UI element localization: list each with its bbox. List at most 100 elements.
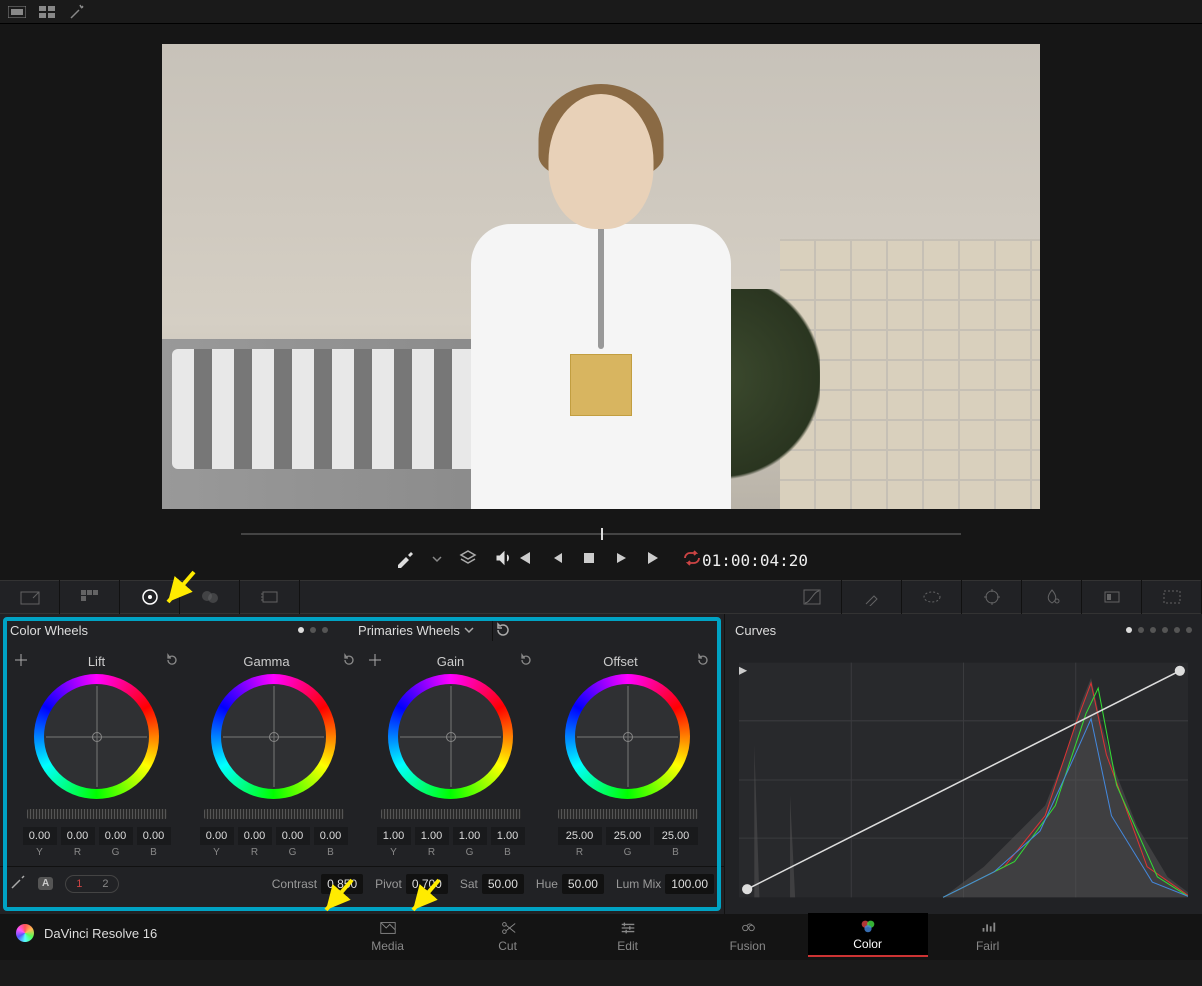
tab-label: Color (853, 937, 882, 951)
curve-editor[interactable] (739, 656, 1188, 904)
step-back-icon[interactable] (550, 551, 564, 570)
curves-title: Curves (735, 623, 776, 638)
reset-icon[interactable] (519, 653, 533, 670)
auto-a-button[interactable]: A (38, 877, 53, 890)
curves-icon[interactable] (782, 580, 842, 614)
channel-label: R (428, 847, 435, 858)
lift-r-value[interactable]: 0.00 (61, 827, 95, 845)
magic-wand-icon[interactable] (68, 5, 86, 19)
channel-label: R (74, 847, 81, 858)
gamma-b-value[interactable]: 0.00 (314, 827, 348, 845)
play-icon[interactable] (614, 551, 628, 570)
eyedropper-icon[interactable] (394, 547, 416, 574)
viewer-area: 01:00:04:20 (0, 24, 1202, 580)
tab-fusion[interactable]: Fusion (688, 914, 808, 958)
picker-icon[interactable] (14, 653, 28, 670)
gamma-y-value[interactable]: 0.00 (200, 827, 234, 845)
color-match-icon[interactable] (60, 580, 120, 614)
page-2-pill[interactable]: 2 (92, 876, 118, 892)
camera-raw-icon[interactable] (0, 580, 60, 614)
brand-icon (16, 924, 34, 942)
brand-label: DaVinci Resolve 16 (44, 926, 157, 941)
offset-g-value[interactable]: 25.00 (606, 827, 650, 845)
reset-icon[interactable] (342, 653, 356, 670)
tracker-icon[interactable] (962, 580, 1022, 614)
curves-page-dots[interactable] (1126, 627, 1192, 633)
color-wheel[interactable] (565, 674, 690, 799)
qualifier-icon[interactable] (842, 580, 902, 614)
lummix-label: Lum Mix (616, 877, 661, 891)
wheel-lift: Lift 0.00Y0.00R0.00G0.00B (8, 650, 185, 858)
reset-icon[interactable] (696, 653, 710, 670)
lift-g-value[interactable]: 0.00 (99, 827, 133, 845)
channel-label: G (289, 847, 297, 858)
scrub-bar[interactable] (241, 533, 961, 535)
dropdown-chevron-icon[interactable] (432, 551, 442, 569)
tab-color[interactable]: Color (808, 913, 928, 957)
loop-icon[interactable] (682, 550, 702, 571)
channel-label: R (251, 847, 258, 858)
master-slider[interactable] (558, 809, 698, 819)
clip-view-icon[interactable] (8, 5, 26, 19)
lummix-value[interactable]: 100.00 (665, 874, 714, 894)
gain-g-value[interactable]: 1.00 (453, 827, 487, 845)
tab-cut[interactable]: Cut (448, 914, 568, 958)
tab-label: Fairl (976, 939, 999, 953)
master-slider[interactable] (27, 809, 167, 819)
gain-b-value[interactable]: 1.00 (491, 827, 525, 845)
wheel-offset: Offset 25.00R25.00G25.00B (539, 650, 716, 858)
channel-label: B (150, 847, 157, 858)
blur-icon[interactable] (1022, 580, 1082, 614)
lift-b-value[interactable]: 0.00 (137, 827, 171, 845)
motion-effects-icon[interactable] (240, 580, 300, 614)
speaker-icon[interactable] (494, 548, 514, 573)
reset-all-icon[interactable] (492, 619, 514, 641)
color-wheel[interactable] (211, 674, 336, 799)
tab-fairlight[interactable]: Fairl (928, 914, 1048, 958)
picker-icon[interactable] (368, 653, 382, 670)
lift-y-value[interactable]: 0.00 (23, 827, 57, 845)
wheel-gain: Gain 1.00Y1.00R1.00G1.00B (362, 650, 539, 858)
window-icon[interactable] (902, 580, 962, 614)
channel-label: B (504, 847, 511, 858)
color-wheel[interactable] (388, 674, 513, 799)
reset-icon[interactable] (165, 653, 179, 670)
sat-value[interactable]: 50.00 (482, 874, 524, 894)
sizing-icon[interactable] (1142, 580, 1202, 614)
key-icon[interactable] (1082, 580, 1142, 614)
brand: DaVinci Resolve 16 (0, 914, 173, 952)
master-slider[interactable] (204, 809, 344, 819)
channel-label: B (672, 847, 679, 858)
annotation-arrow-icon (318, 876, 358, 916)
prev-clip-icon[interactable] (514, 550, 532, 571)
master-slider[interactable] (381, 809, 521, 819)
page-selector[interactable]: 1 2 (65, 875, 119, 893)
primaries-mode-dropdown[interactable]: Primaries Wheels (358, 623, 474, 638)
next-clip-icon[interactable] (646, 550, 664, 571)
color-wheels-title: Color Wheels (10, 623, 88, 638)
grid-view-icon[interactable] (38, 5, 56, 19)
gamma-r-value[interactable]: 0.00 (238, 827, 272, 845)
layers-icon[interactable] (458, 548, 478, 573)
stop-icon[interactable] (582, 551, 596, 570)
hue-value[interactable]: 50.00 (562, 874, 604, 894)
sat-label: Sat (460, 877, 478, 891)
preview-frame[interactable] (162, 44, 1040, 509)
wheel-page-dots[interactable] (298, 627, 328, 633)
tab-edit[interactable]: Edit (568, 914, 688, 958)
gain-y-value[interactable]: 1.00 (377, 827, 411, 845)
page-1-pill[interactable]: 1 (66, 876, 92, 892)
color-wheel[interactable] (34, 674, 159, 799)
tab-label: Media (371, 939, 404, 953)
gamma-g-value[interactable]: 0.00 (276, 827, 310, 845)
tab-media[interactable]: Media (328, 914, 448, 958)
offset-b-value[interactable]: 25.00 (654, 827, 698, 845)
channel-label: G (466, 847, 474, 858)
top-icon-bar (0, 0, 1202, 24)
auto-adjust-icon[interactable] (10, 874, 26, 893)
gain-r-value[interactable]: 1.00 (415, 827, 449, 845)
offset-r-value[interactable]: 25.00 (558, 827, 602, 845)
timecode-display[interactable]: 01:00:04:20 (702, 551, 808, 570)
contrast-label: Contrast (272, 877, 317, 891)
wheel-label: Gain (437, 654, 464, 669)
